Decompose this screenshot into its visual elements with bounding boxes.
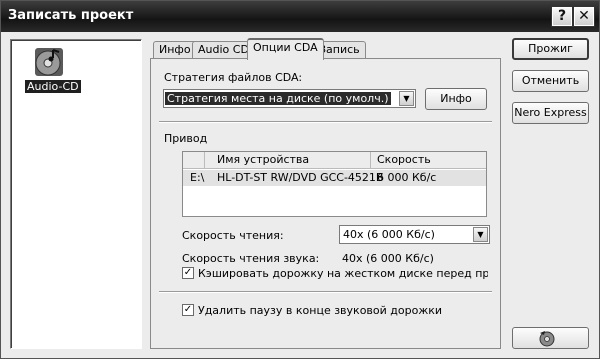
burn-button[interactable]: Прожиг [512,38,589,60]
column-header-speed[interactable]: Скорость [371,152,486,169]
remove-pause-label[interactable]: Удалить паузу в конце звуковой дорожки [198,304,442,317]
tab-info[interactable]: Инфо [153,41,197,59]
nero-express-button[interactable]: Nero Express [512,102,589,124]
help-button[interactable]: ? [551,6,573,27]
chevron-down-icon[interactable]: ▼ [399,91,414,106]
nero-logo-button[interactable] [512,327,589,349]
read-speed-value: 40x (6 000 Кб/с) [343,228,435,241]
divider [159,291,492,293]
cancel-button[interactable]: Отменить [512,70,589,92]
drive-list-header: Имя устройства Скорость [183,152,486,169]
tab-audio-cd[interactable]: Audio CD [192,41,255,59]
strategy-label: Стратегия файлов CDA: [164,71,303,84]
read-speed-select[interactable]: 40x (6 000 Кб/с) ▼ [339,225,490,244]
close-button[interactable]: ✕ [573,6,595,27]
cache-track-label[interactable]: Кэшировать дорожку на жестком диске пере… [198,267,488,280]
drive-letter: E:\ [190,171,205,184]
cda-options-panel: Стратегия файлов CDA: Стратегия места на… [150,58,501,349]
drive-list[interactable]: Имя устройства Скорость E:\ HL-DT-ST RW/… [182,151,487,217]
strategy-select[interactable]: Стратегия места на диске (по умолч.) ▼ [163,89,416,108]
drive-name: HL-DT-ST RW/DVD GCC-4521B [217,171,384,184]
drive-group-label: Привод [164,132,208,145]
divider [159,121,492,123]
audio-read-speed-label: Скорость чтения звука: [182,252,320,265]
window-title: Записать проект [8,8,134,23]
read-speed-label: Скорость чтения: [182,229,284,242]
project-list: Audio-CD [10,39,142,349]
column-header-device-name[interactable]: Имя устройства [205,152,371,169]
column-header-letter [183,152,205,169]
strategy-info-button[interactable]: Инфо [425,88,487,110]
strategy-value: Стратегия места на диске (по умолч.) [165,92,391,105]
drive-speed: 6 000 Кб/с [377,171,437,184]
remove-pause-checkbox[interactable]: ✓ [182,304,194,316]
list-item-label: Audio-CD [25,80,81,93]
tab-cda-options[interactable]: Опции CDA [247,38,324,60]
table-row[interactable]: E:\ HL-DT-ST RW/DVD GCC-4521B 6 000 Кб/с [183,170,486,186]
title-bar[interactable]: Записать проект ? ✕ [1,1,599,32]
audio-cd-icon [35,48,63,76]
cache-track-checkbox[interactable]: ✓ [182,267,194,279]
burn-project-dialog: Записать проект ? ✕ Audio-CD Инфо Audio … [0,0,600,359]
chevron-down-icon[interactable]: ▼ [473,227,488,242]
audio-read-speed-value: 40x (6 000 Кб/с) [342,252,434,265]
nero-logo-icon [539,331,555,347]
